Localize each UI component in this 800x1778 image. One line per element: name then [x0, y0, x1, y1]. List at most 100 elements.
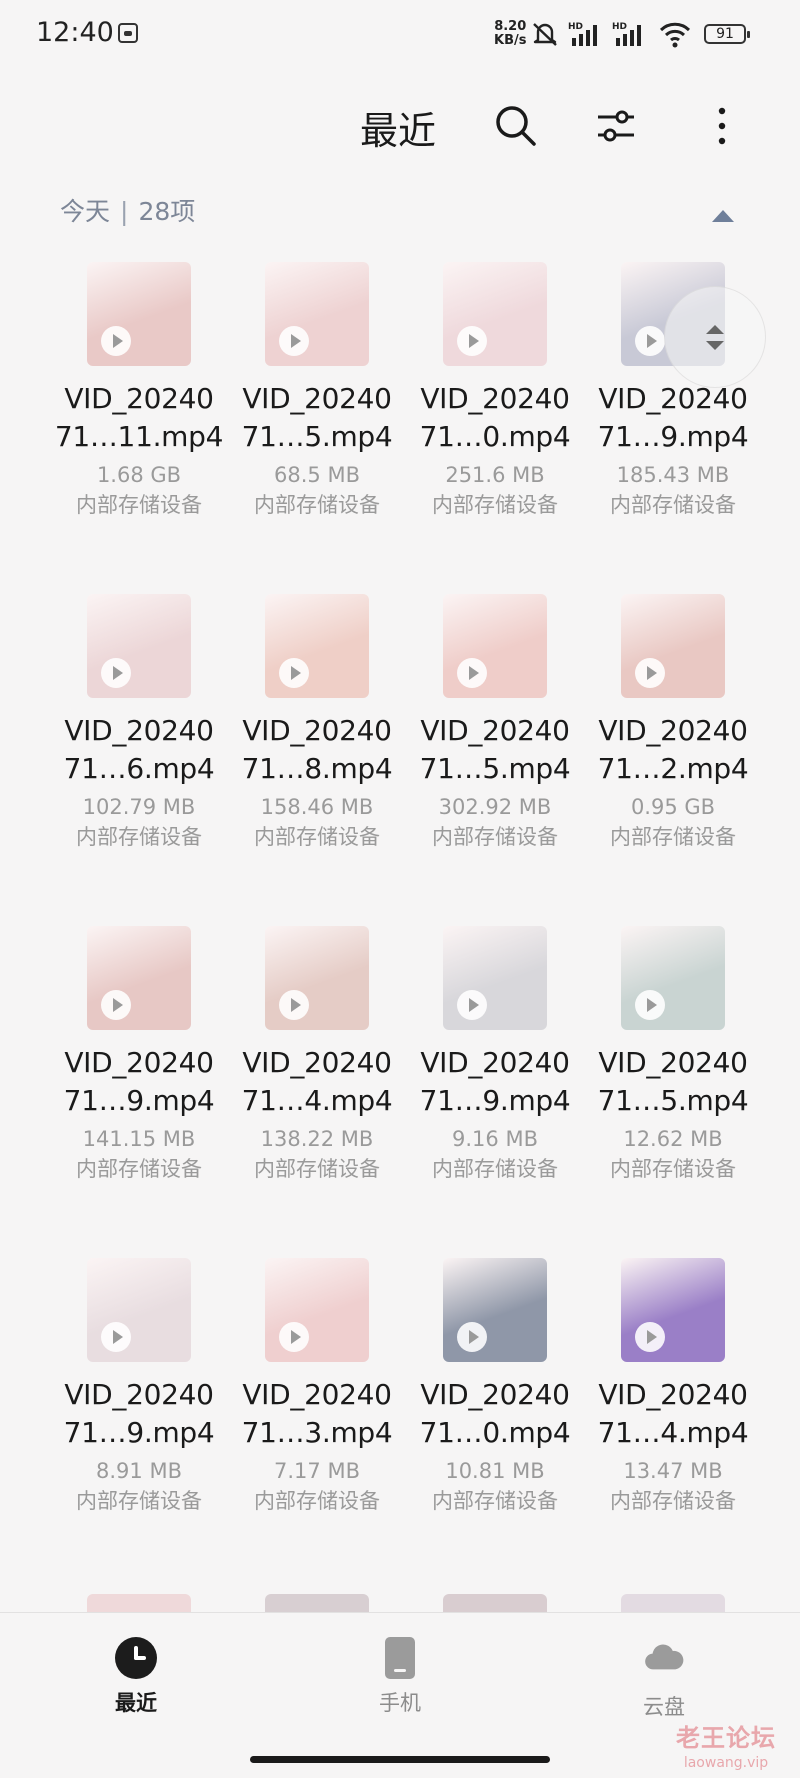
status-bar: 12:40 8.20 KB/s HD HD 91: [0, 0, 800, 70]
file-location: 内部存储设备: [610, 1157, 736, 1181]
file-location: 内部存储设备: [432, 825, 558, 849]
fast-scroll-handle[interactable]: [664, 286, 766, 388]
file-location: 内部存储设备: [432, 1157, 558, 1181]
play-icon: [635, 990, 665, 1020]
svg-text:HD: HD: [612, 22, 627, 32]
video-thumbnail: [621, 594, 725, 698]
play-icon: [101, 990, 131, 1020]
search-icon: [496, 106, 536, 146]
file-name-line1: VID_20240: [242, 1046, 392, 1079]
play-icon: [457, 326, 487, 356]
file-size: 141.15 MB: [82, 1127, 196, 1151]
file-size: 302.92 MB: [438, 795, 552, 819]
file-item[interactable]: VID_20240 71…9.mp4 8.91 MB 内部存储设备: [50, 1258, 228, 1590]
video-thumbnail: [265, 1258, 369, 1362]
file-item-partial[interactable]: [50, 1594, 228, 1612]
file-name-line1: VID_20240: [598, 382, 748, 415]
video-thumbnail: [87, 262, 191, 366]
file-name-line1: VID_20240: [242, 1378, 392, 1411]
more-vertical-icon: [718, 107, 726, 145]
file-item[interactable]: VID_20240 71…11.mp4 1.68 GB 内部存储设备: [50, 262, 228, 594]
file-item[interactable]: VID_20240 71…9.mp4 141.15 MB 内部存储设备: [50, 926, 228, 1258]
notification-app-icon: [118, 23, 138, 43]
signal-bars-icon: HD: [568, 22, 597, 46]
file-location: 内部存储设备: [254, 1157, 380, 1181]
home-indicator[interactable]: [250, 1756, 550, 1763]
file-item[interactable]: VID_20240 71…2.mp4 0.95 GB 内部存储设备: [584, 594, 762, 926]
play-icon: [279, 326, 309, 356]
file-item-partial[interactable]: [228, 1594, 406, 1612]
nav-phone-label: 手机: [379, 1691, 421, 1715]
section-day: 今天: [60, 197, 111, 226]
file-item[interactable]: VID_20240 71…4.mp4 138.22 MB 内部存储设备: [228, 926, 406, 1258]
file-location: 内部存储设备: [76, 1489, 202, 1513]
signal-bars-icon-2: HD: [612, 22, 641, 46]
file-item[interactable]: VID_20240 71…4.mp4 13.47 MB 内部存储设备: [584, 1258, 762, 1590]
play-icon: [635, 658, 665, 688]
file-name-line2: 71…9.mp4: [63, 1084, 215, 1117]
file-name-line2: 71…4.mp4: [597, 1416, 749, 1449]
watermark-text-en: laowang.vip: [683, 1755, 769, 1771]
file-size: 68.5 MB: [274, 463, 360, 487]
file-item[interactable]: VID_20240 71…3.mp4 7.17 MB 内部存储设备: [228, 1258, 406, 1590]
play-icon: [457, 990, 487, 1020]
file-name-line2: 71…9.mp4: [597, 420, 749, 453]
scroll-down-arrow-icon: [706, 341, 724, 350]
file-location: 内部存储设备: [76, 493, 202, 517]
video-thumbnail: [443, 1594, 547, 1612]
network-speed-value: 8.20: [494, 19, 527, 34]
file-name-line1: VID_20240: [420, 1378, 570, 1411]
file-item[interactable]: VID_20240 71…0.mp4 10.81 MB 内部存储设备: [406, 1258, 584, 1590]
mute-bell-icon: [533, 23, 557, 46]
file-name-line2: 71…8.mp4: [241, 752, 393, 785]
file-name-line1: VID_20240: [64, 382, 214, 415]
video-thumbnail: [621, 1594, 725, 1612]
file-item[interactable]: VID_20240 71…9.mp4 9.16 MB 内部存储设备: [406, 926, 584, 1258]
file-size: 185.43 MB: [616, 463, 730, 487]
video-thumbnail: [87, 1258, 191, 1362]
file-item[interactable]: VID_20240 71…8.mp4 158.46 MB 内部存储设备: [228, 594, 406, 926]
file-name-line2: 71…5.mp4: [241, 420, 393, 453]
file-location: 内部存储设备: [76, 1157, 202, 1181]
file-name-line1: VID_20240: [64, 714, 214, 747]
nav-phone[interactable]: 手机: [320, 1637, 480, 1717]
file-name-line2: 71…2.mp4: [597, 752, 749, 785]
watermark-text-cn: 老王论坛: [676, 1724, 776, 1752]
collapse-section-button[interactable]: [712, 210, 734, 222]
play-icon: [101, 1322, 131, 1352]
file-item[interactable]: VID_20240 71…0.mp4 251.6 MB 内部存储设备: [406, 262, 584, 594]
video-thumbnail: [621, 926, 725, 1030]
file-item[interactable]: VID_20240 71…5.mp4 302.92 MB 内部存储设备: [406, 594, 584, 926]
filter-sliders-icon: [598, 110, 634, 142]
nav-cloud[interactable]: 云盘: [584, 1637, 744, 1721]
file-item[interactable]: VID_20240 71…6.mp4 102.79 MB 内部存储设备: [50, 594, 228, 926]
file-item[interactable]: VID_20240 71…5.mp4 12.62 MB 内部存储设备: [584, 926, 762, 1258]
file-name-line1: VID_20240: [420, 714, 570, 747]
recent-files-screen: 12:40 8.20 KB/s HD HD 91 最近 今天 | 28项 VID…: [0, 0, 800, 1778]
network-speed-unit: KB/s: [494, 33, 527, 48]
file-item-partial[interactable]: [406, 1594, 584, 1612]
search-button[interactable]: [488, 98, 544, 154]
file-location: 内部存储设备: [610, 1489, 736, 1513]
file-size: 251.6 MB: [445, 463, 545, 487]
file-location: 内部存储设备: [254, 1489, 380, 1513]
file-name-line2: 71…3.mp4: [241, 1416, 393, 1449]
scroll-up-arrow-icon: [706, 325, 724, 334]
page-title: 最近: [360, 109, 437, 153]
filter-button[interactable]: [588, 98, 644, 154]
file-name-line2: 71…9.mp4: [63, 1416, 215, 1449]
nav-recent[interactable]: 最近: [56, 1637, 216, 1717]
file-item[interactable]: VID_20240 71…5.mp4 68.5 MB 内部存储设备: [228, 262, 406, 594]
file-name-line2: 71…4.mp4: [241, 1084, 393, 1117]
file-size: 12.62 MB: [623, 1127, 723, 1151]
more-options-button[interactable]: [694, 98, 750, 154]
svg-text:HD: HD: [568, 22, 583, 32]
file-grid: VID_20240 71…11.mp4 1.68 GB 内部存储设备 VID_20240…: [50, 262, 762, 1590]
file-size: 9.16 MB: [452, 1127, 538, 1151]
play-icon: [279, 1322, 309, 1352]
file-location: 内部存储设备: [254, 825, 380, 849]
file-item-partial[interactable]: [584, 1594, 762, 1612]
file-name-line1: VID_20240: [242, 714, 392, 747]
file-name-line2: 71…11.mp4: [54, 420, 224, 453]
section-header: 今天 | 28项: [60, 192, 195, 228]
